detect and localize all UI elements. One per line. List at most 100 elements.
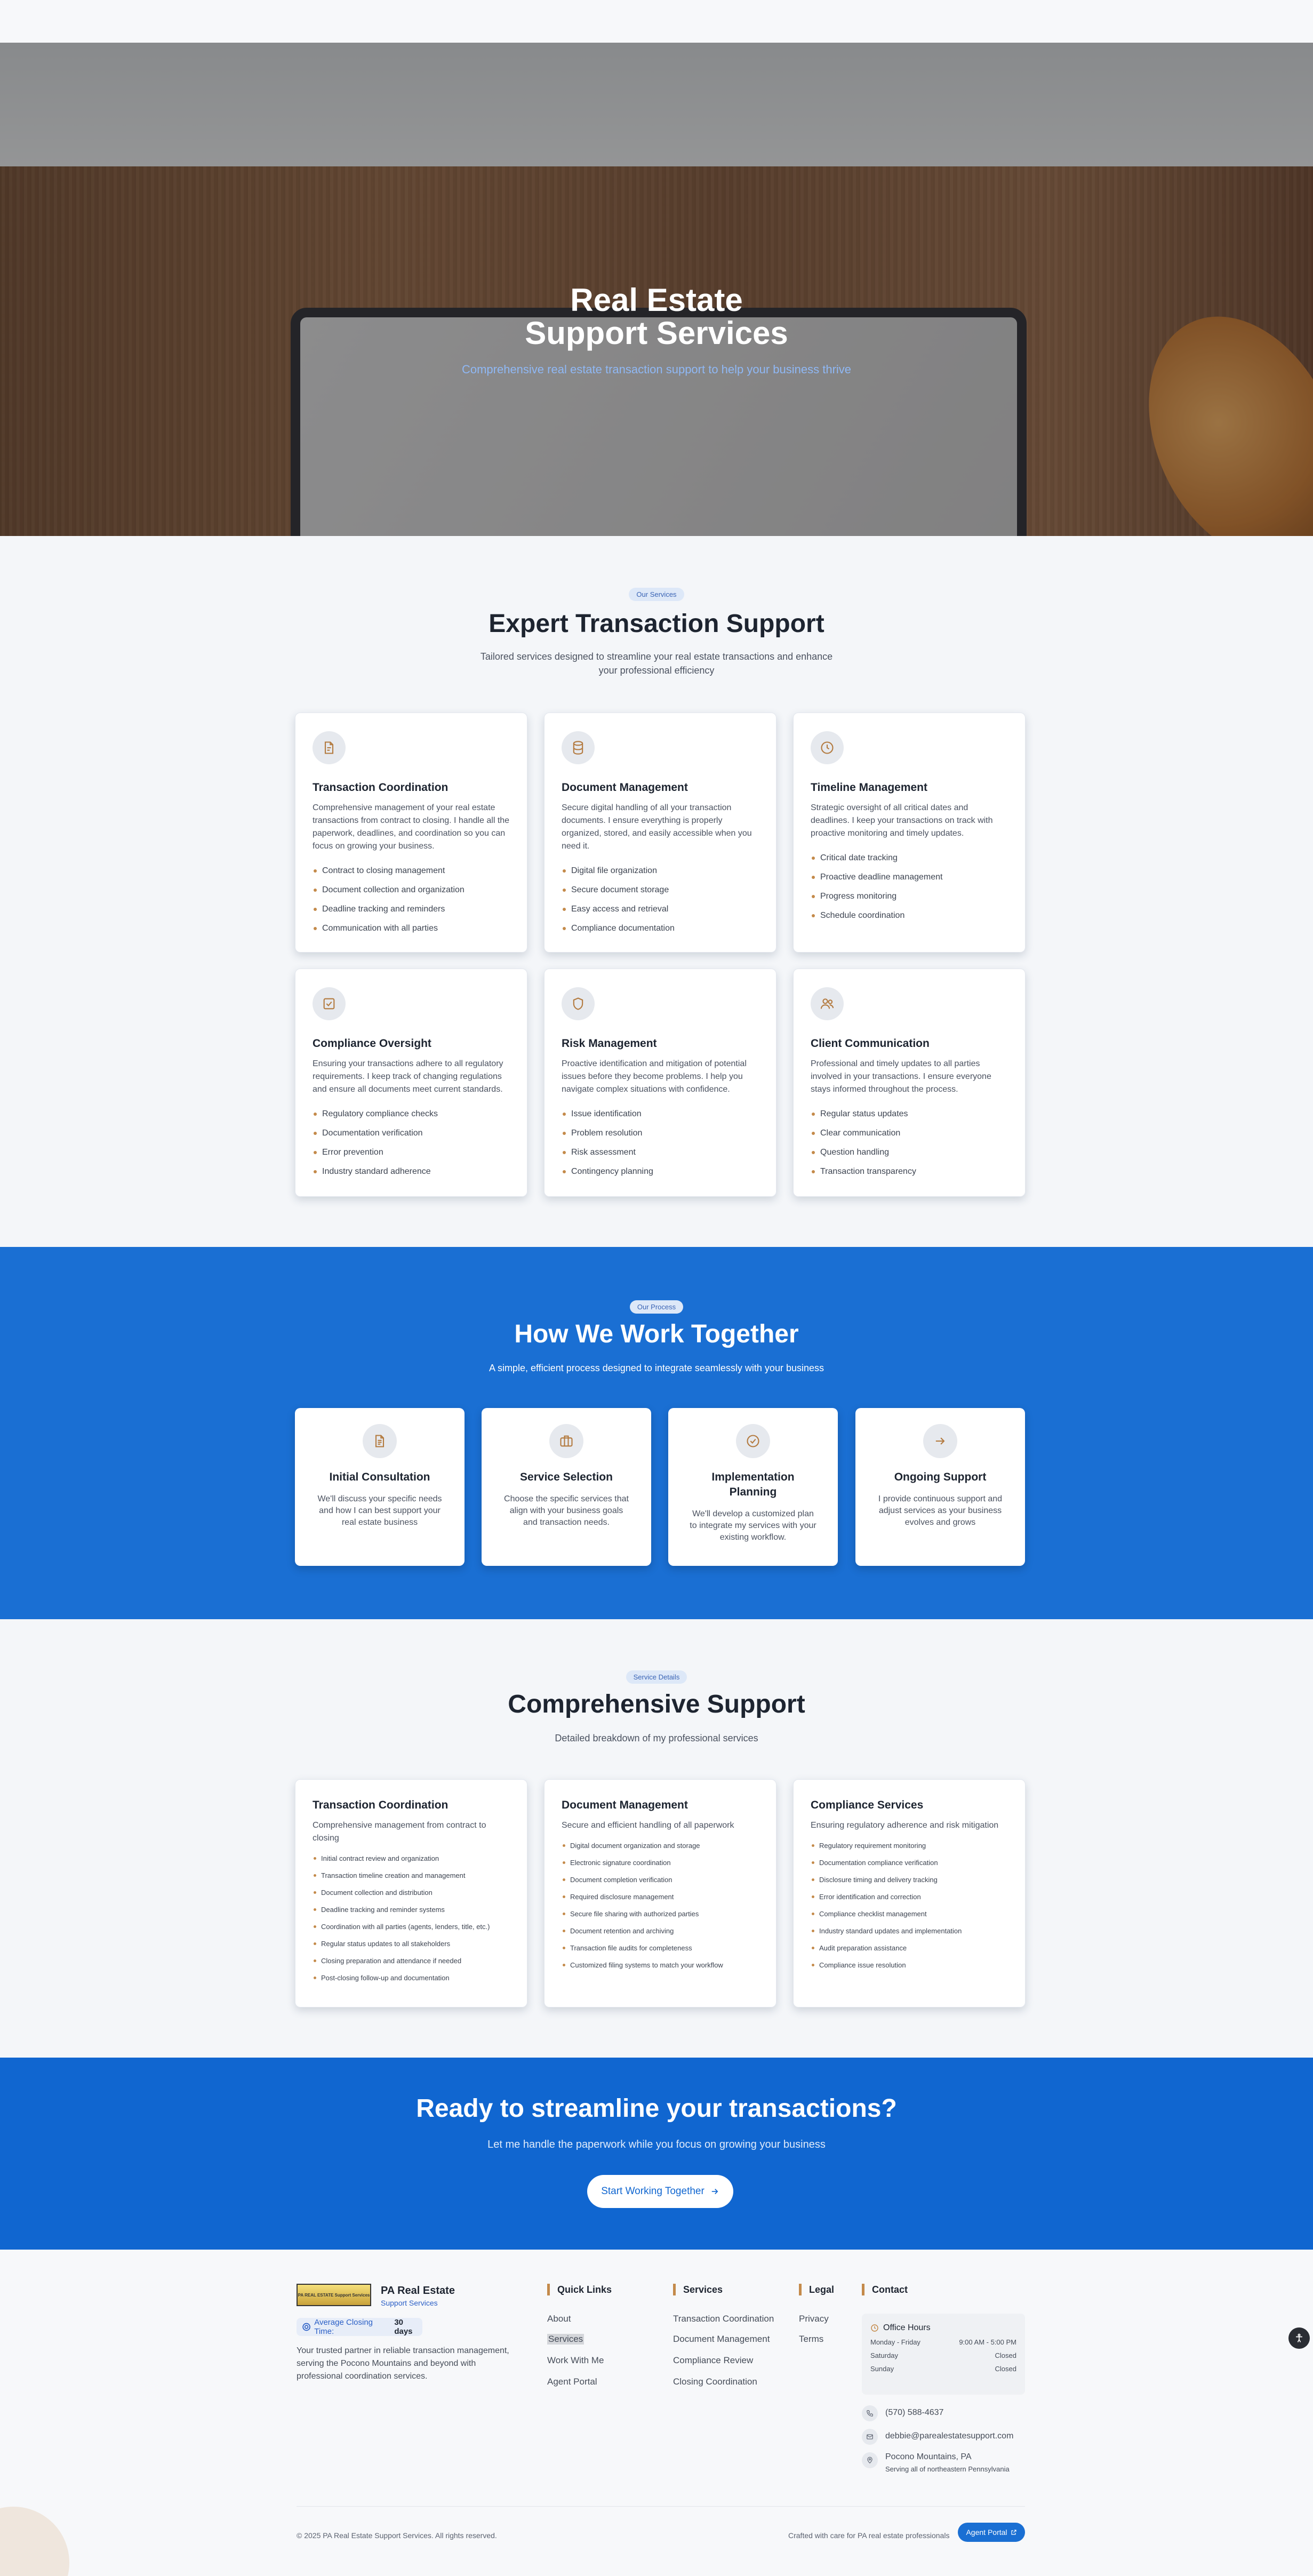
detail-card-desc: Secure and efficient handling of all pap… (562, 1821, 734, 1830)
footer-link-compliance-review[interactable]: Compliance Review (673, 2355, 753, 2366)
footer-about-line1: Your trusted partner in reliable transac… (297, 2346, 509, 2355)
list-item: Document retention and archiving (562, 1927, 759, 1935)
detail-card-compliance-services: Compliance Services Ensuring regulatory … (793, 1779, 1026, 2007)
email-address: debbie@parealestatesupport.com (885, 2431, 1014, 2441)
hero-title-line1: Real Estate (570, 282, 743, 318)
service-card-title: Document Management (562, 781, 688, 794)
contact-column-title: Contact (862, 2284, 908, 2295)
list-item: Critical date tracking (811, 853, 1008, 863)
footer-link-privacy[interactable]: Privacy (799, 2314, 829, 2324)
process-step-title: Implementation Planning (711, 1471, 795, 1498)
process-subtitle: A simple, efficient process designed to … (489, 1363, 824, 1373)
hours-row: Saturday Closed (870, 2351, 1016, 2359)
accessibility-toggle-button[interactable] (1288, 2327, 1310, 2349)
footer-link-transaction-coordination[interactable]: Transaction Coordination (673, 2314, 774, 2324)
footer-link-services[interactable]: Services (547, 2334, 585, 2345)
list-item: Customized filing systems to match your … (562, 1961, 759, 1970)
services-subtitle: Tailored services designed to streamline… (0, 650, 1313, 677)
list-item: Disclosure timing and delivery tracking (811, 1876, 1008, 1884)
list-item: Initial contract review and organization (313, 1854, 510, 1863)
process-pill: Our Process (629, 1300, 684, 1314)
footer-brand-sub: Support Services (381, 2299, 438, 2307)
list-item: Contract to closing management (313, 866, 510, 876)
list-item: Problem resolution (562, 1128, 759, 1139)
footer-brand-name: PA Real Estate (381, 2285, 455, 2297)
list-item: Secure document storage (562, 885, 759, 895)
clock-icon (871, 2324, 878, 2332)
list-item: Regular status updates to all stakeholde… (313, 1940, 510, 1948)
service-card-title: Timeline Management (811, 781, 928, 794)
location-sub: Serving all of northeastern Pennsylvania (885, 2465, 1010, 2473)
hero-overlay (0, 166, 1313, 536)
list-item: Closing preparation and attendance if ne… (313, 1957, 510, 1965)
footer-link-document-management[interactable]: Document Management (673, 2334, 770, 2345)
arrow-right-icon (711, 2188, 718, 2195)
contact-email[interactable]: debbie@parealestatesupport.com (862, 2429, 1013, 2445)
process-step-implementation-planning: Implementation Planning We'll develop a … (668, 1408, 838, 1566)
services-subtitle-line1: Tailored services designed to streamline… (480, 651, 833, 662)
detail-card-transaction-coordination: Transaction Coordination Comprehensive m… (295, 1779, 527, 2007)
cta-section: Ready to streamline your transactions? L… (0, 2058, 1313, 2250)
users-icon (811, 987, 844, 1020)
agent-portal-button[interactable]: Agent Portal (958, 2523, 1025, 2542)
footer-link-closing-coordination[interactable]: Closing Coordination (673, 2377, 757, 2387)
hours-day: Saturday (870, 2351, 899, 2359)
service-card-desc: Comprehensive management of your real es… (313, 803, 510, 851)
list-item: Schedule coordination (811, 910, 1008, 921)
process-step-ongoing-support: Ongoing Support I provide continuous sup… (855, 1408, 1025, 1566)
list-item: Coordination with all parties (agents, l… (313, 1923, 510, 1931)
services-column-title: Services (673, 2284, 723, 2295)
list-item: Document collection and distribution (313, 1889, 510, 1897)
arrow-right-icon (923, 1424, 957, 1458)
list-item: Regular status updates (811, 1109, 1008, 1119)
list-item: Secure file sharing with authorized part… (562, 1910, 759, 1918)
crafted-text: Crafted with care for PA real estate pro… (788, 2531, 950, 2540)
details-pill: Service Details (626, 1670, 687, 1684)
hours-day: Sunday (870, 2365, 894, 2373)
list-item: Industry standard adherence (313, 1166, 510, 1177)
list-item: Regulatory requirement monitoring (811, 1842, 1008, 1850)
footer-link-agent-portal[interactable]: Agent Portal (547, 2377, 597, 2387)
list-item: Deadline tracking and reminder systems (313, 1906, 510, 1914)
service-card-desc: Strategic oversight of all critical date… (811, 803, 993, 838)
contact-phone[interactable]: (570) 588-4637 (862, 2405, 943, 2421)
details-title: Comprehensive Support (508, 1690, 805, 1718)
process-step-service-selection: Service Selection Choose the specific se… (482, 1408, 651, 1566)
mail-icon (862, 2429, 878, 2445)
footer-link-about[interactable]: About (547, 2314, 571, 2324)
footer-about: Your trusted partner in reliable transac… (297, 2345, 509, 2383)
footer-link-work-with-me[interactable]: Work With Me (547, 2355, 604, 2366)
details-subtitle: Detailed breakdown of my professional se… (555, 1733, 758, 1743)
list-item: Error identification and correction (811, 1893, 1008, 1901)
process-step-title: Service Selection (520, 1471, 613, 1483)
hero-section: Real Estate Support Services Comprehensi… (0, 43, 1313, 536)
hours-time: Closed (995, 2351, 1016, 2359)
contact-location: Pocono Mountains, PA Serving all of nort… (862, 2452, 1010, 2473)
list-item: Proactive deadline management (811, 872, 1008, 883)
footer-about-line2: serving the Pocono Mountains and beyond … (297, 2359, 476, 2368)
shield-icon (562, 987, 595, 1020)
accessibility-icon (1296, 2333, 1302, 2342)
footer-logo[interactable]: PA REAL ESTATE Support Services (297, 2284, 371, 2306)
list-item: Electronic signature coordination (562, 1859, 759, 1867)
map-pin-icon (862, 2452, 878, 2468)
start-working-together-button[interactable]: Start Working Together (587, 2175, 733, 2208)
process-step-title: Initial Consultation (329, 1471, 430, 1483)
footer-divider (297, 2506, 1025, 2507)
list-item: Digital file organization (562, 866, 759, 876)
detail-card-document-management: Document Management Secure and efficient… (544, 1779, 776, 2007)
service-card-title: Transaction Coordination (313, 781, 449, 794)
list-item: Error prevention (313, 1147, 510, 1158)
agent-portal-label: Agent Portal (966, 2528, 1007, 2537)
hours-row: Monday - Friday 9:00 AM - 5:00 PM (870, 2338, 1016, 2346)
badge-value: 30 days (394, 2318, 413, 2336)
file-text-icon (363, 1424, 397, 1458)
list-item: Progress monitoring (811, 891, 1008, 902)
process-step-desc: Choose the specific services that align … (504, 1494, 629, 1527)
list-item: Required disclosure management (562, 1893, 759, 1901)
list-item: Transaction transparency (811, 1166, 1008, 1177)
hero-header-band (0, 43, 1313, 166)
quick-links-title: Quick Links (547, 2284, 612, 2295)
service-card-timeline-management: Timeline Management Strategic oversight … (793, 713, 1026, 953)
footer-link-terms[interactable]: Terms (799, 2334, 823, 2345)
